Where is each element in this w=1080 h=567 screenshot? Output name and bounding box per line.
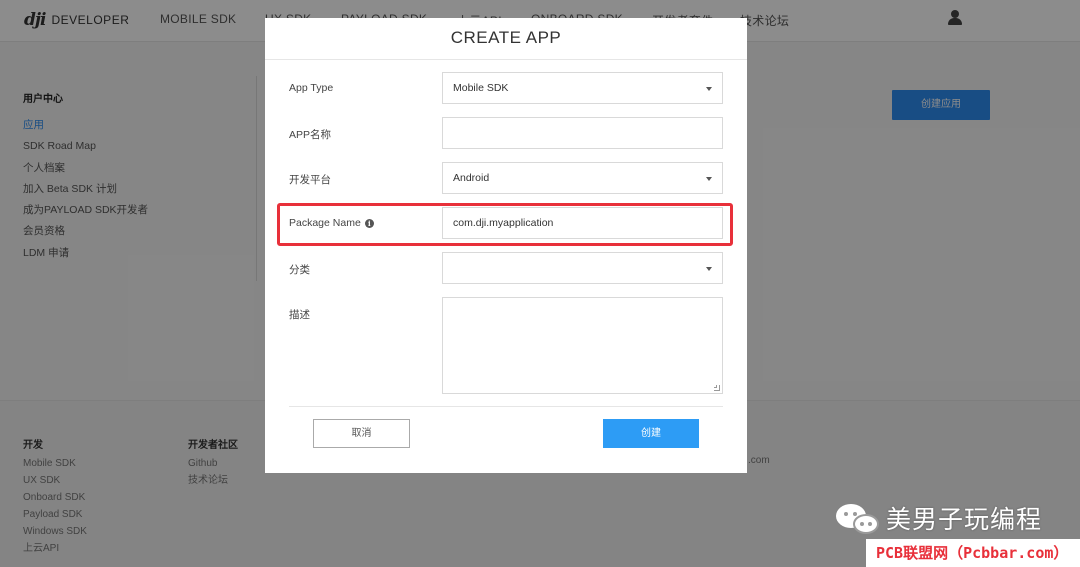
caret-down-icon [706, 177, 712, 181]
package-name-highlight-annotation [277, 203, 733, 246]
description-label: 描述 [289, 309, 310, 321]
app-type-label: App Type [289, 82, 334, 94]
app-name-label: APP名称 [289, 129, 332, 141]
platform-value: Android [453, 172, 490, 184]
app-type-value: Mobile SDK [453, 82, 509, 94]
wechat-icon [836, 502, 882, 536]
caret-down-icon [706, 87, 712, 91]
create-button[interactable]: 创建 [603, 419, 699, 448]
category-label: 分类 [289, 264, 310, 276]
platform-label: 开发平台 [289, 174, 331, 186]
footer-divider [289, 406, 723, 407]
watermark-account-name: 美男子玩编程 [886, 505, 1043, 534]
description-textarea[interactable] [442, 297, 723, 394]
cancel-button[interactable]: 取消 [313, 419, 410, 448]
platform-select[interactable]: Android [442, 162, 723, 194]
resize-handle-icon[interactable] [714, 385, 720, 391]
app-type-select[interactable]: Mobile SDK [442, 72, 723, 104]
app-name-input[interactable] [442, 117, 723, 149]
create-app-dialog: CREATE APP App Type Mobile SDK APP名称 开发平… [265, 18, 747, 473]
dialog-title: CREATE APP [450, 28, 562, 47]
category-select[interactable] [442, 252, 723, 284]
caret-down-icon [706, 267, 712, 271]
watermark-site-banner: PCB联盟网（Pcbbar.com） [866, 539, 1080, 567]
title-divider [265, 59, 747, 60]
